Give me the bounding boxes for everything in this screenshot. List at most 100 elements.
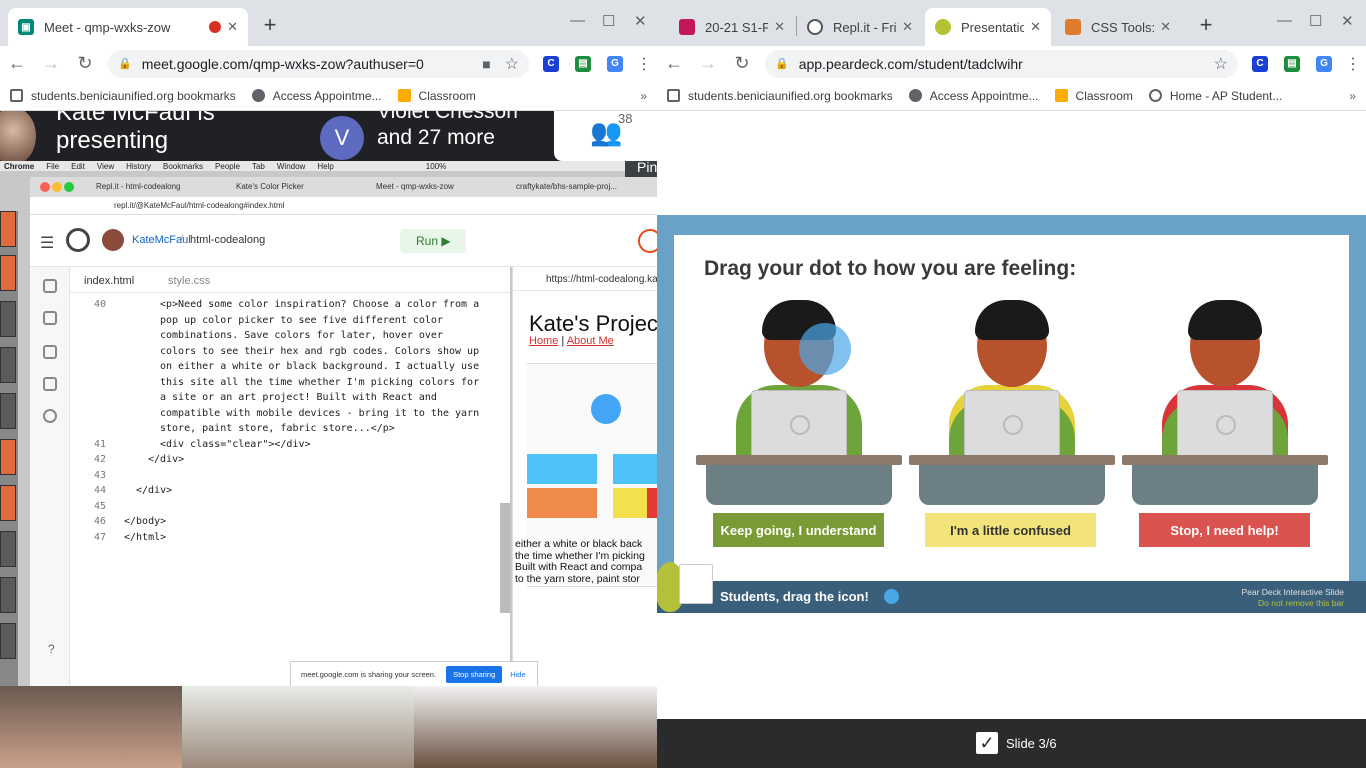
share-icon — [43, 311, 57, 325]
code-line: a site or an art project! Built with Rea… — [160, 392, 437, 403]
reload-icon[interactable]: ↻ — [68, 53, 102, 74]
extension-c-icon[interactable]: C — [543, 55, 559, 72]
more-bookmarks-icon[interactable]: » — [1349, 89, 1356, 103]
reload-icon[interactable]: ↻ — [725, 53, 759, 74]
extension-c-icon[interactable]: C — [1252, 55, 1268, 72]
participant-video-tile[interactable] — [182, 686, 414, 768]
shared-screen: Chrome File Edit View History Bookmarks … — [0, 161, 657, 686]
close-tab-icon[interactable]: ✕ — [774, 19, 785, 35]
minimize-icon[interactable]: — — [570, 12, 585, 29]
code-line: </div> — [136, 485, 173, 496]
option-keep-going: Keep going, I understand — [713, 513, 884, 547]
menu-item: Window — [276, 161, 306, 171]
bookmark-classroom[interactable]: Classroom — [1054, 89, 1133, 103]
desk-front — [706, 465, 892, 505]
bookmark-access[interactable]: Access Appointme... — [251, 89, 382, 103]
student-worried-illustration — [1122, 300, 1328, 510]
back-icon[interactable]: ← — [657, 53, 691, 74]
close-tab-icon[interactable]: ✕ — [902, 19, 913, 35]
code-line: </div> — [148, 454, 185, 465]
camera-icon[interactable]: ■ — [482, 56, 490, 72]
tab-presentation[interactable]: Presentation ✕ — [925, 8, 1051, 46]
draggable-dot[interactable] — [799, 323, 851, 375]
bookmark-ap-student[interactable]: Home - AP Student... — [1148, 89, 1282, 103]
forward-icon[interactable]: → — [691, 53, 725, 74]
bookmark-access[interactable]: Access Appointme... — [908, 89, 1039, 103]
forward-icon[interactable]: → — [34, 53, 68, 74]
tab-title: Repl.it - Frie — [833, 19, 897, 35]
mac-zoom-icon — [64, 182, 74, 192]
bookmark-star-icon[interactable]: ☆ — [505, 54, 519, 74]
code-line: store, paint store, fabric store...</p> — [160, 423, 395, 434]
address-bar[interactable]: 🔒 app.peardeck.com/student/tadclwihr ☆ — [765, 49, 1238, 78]
close-tab-icon[interactable]: ✕ — [227, 19, 238, 35]
back-icon[interactable]: ← — [0, 53, 34, 74]
code-line: this site all the time whether I'm picki… — [160, 376, 480, 388]
run-button: Run ▶ — [400, 229, 466, 253]
shared-url: repl.it/@KateMcFaul/html-codealong#index… — [30, 197, 657, 215]
new-tab-button[interactable]: + — [256, 12, 284, 38]
close-window-icon[interactable]: ✕ — [1341, 12, 1354, 30]
menu-icon[interactable]: ⋮ — [631, 54, 657, 74]
menu-icon[interactable]: ⋮ — [1340, 54, 1366, 74]
help-icon: ? — [48, 642, 55, 656]
participant-video-tile[interactable] — [414, 686, 657, 768]
translate-extension-icon[interactable]: G — [1316, 55, 1332, 72]
line-number: 46 — [93, 516, 106, 527]
new-tab-button[interactable]: + — [1192, 12, 1220, 38]
code-line: </body> — [124, 516, 167, 527]
close-tab-icon[interactable]: ✕ — [1160, 19, 1171, 35]
address-bar[interactable]: 🔒 meet.google.com/qmp-wxks-zow?authuser=… — [108, 49, 529, 78]
menu-item: Help — [317, 161, 334, 171]
menu-item: File — [46, 161, 60, 171]
replit-sidebar — [30, 267, 70, 686]
peardeck-interactive-bar: Students, drag the icon! Pear Deck Inter… — [657, 581, 1366, 613]
replit-logo-icon — [66, 228, 90, 252]
tab-replit[interactable]: Repl.it - Frie ✕ — [797, 8, 923, 46]
thumbnail — [0, 393, 16, 429]
code-line: compatible with mobile devices - bring i… — [160, 407, 480, 419]
close-window-icon[interactable]: ✕ — [634, 12, 647, 30]
user-avatar — [102, 229, 124, 251]
packages-icon — [43, 345, 57, 359]
bookmark-label: students.beniciaunified.org bookmarks — [31, 88, 236, 103]
option-need-help: Stop, I need help! — [1139, 513, 1310, 547]
translate-extension-icon[interactable]: G — [607, 55, 623, 72]
bookmark-folder[interactable]: students.beniciaunified.org bookmarks — [10, 89, 236, 103]
pin-button[interactable]: Pin — [625, 161, 657, 178]
hide-button: Hide — [510, 669, 526, 679]
url-text: app.peardeck.com/student/tadclwihr — [798, 55, 1023, 72]
maximize-icon[interactable]: ☐ — [602, 12, 615, 30]
bookmark-folder[interactable]: students.beniciaunified.org bookmarks — [667, 89, 893, 103]
thumbnail — [0, 623, 16, 659]
maximize-icon[interactable]: ☐ — [1309, 12, 1322, 30]
replit-avatar-icon — [638, 229, 657, 253]
code-line: combinations. Save colors for later, hov… — [160, 330, 443, 341]
close-tab-icon[interactable]: ✕ — [1030, 19, 1041, 35]
preview-about-link: About Me — [566, 335, 614, 347]
classroom-extension-icon[interactable]: ▤ — [575, 55, 591, 72]
drag-dot-icon[interactable] — [884, 589, 899, 604]
thumbnail — [0, 211, 16, 247]
meet-presentation-bar: Kate McFaul is presenting V Violet Chess… — [0, 111, 657, 161]
more-bookmarks-icon[interactable]: » — [640, 89, 647, 103]
bookmark-star-icon[interactable]: ☆ — [1214, 54, 1228, 74]
participant-video-tile[interactable] — [0, 686, 182, 768]
tab-title: Meet - qmp-wxks-zow — [44, 19, 171, 35]
interactive-slide-note: Pear Deck Interactive Slide — [1241, 587, 1344, 597]
minimize-icon[interactable]: — — [1277, 12, 1292, 29]
tab-css-tools[interactable]: CSS Tools: F ✕ — [1055, 8, 1181, 46]
student-confused-illustration — [909, 300, 1115, 510]
folder-icon — [10, 89, 23, 102]
menu-item: View — [96, 161, 115, 171]
laptop-icon — [964, 390, 1060, 458]
bookmark-classroom[interactable]: Classroom — [397, 89, 476, 103]
tab-classroom[interactable]: 20-21 S1-P3 ✕ — [669, 8, 795, 46]
tab-strip: ▣ Meet - qmp-wxks-zow ✕ + — ☐ ✕ — [0, 0, 657, 46]
classroom-extension-icon[interactable]: ▤ — [1284, 55, 1300, 72]
student-hair — [1188, 300, 1262, 340]
thumbnail — [0, 301, 16, 337]
people-button[interactable]: 👥 38 — [554, 111, 657, 161]
tab-meet[interactable]: ▣ Meet - qmp-wxks-zow ✕ — [8, 8, 248, 46]
preview-home-link: Home — [529, 335, 559, 347]
